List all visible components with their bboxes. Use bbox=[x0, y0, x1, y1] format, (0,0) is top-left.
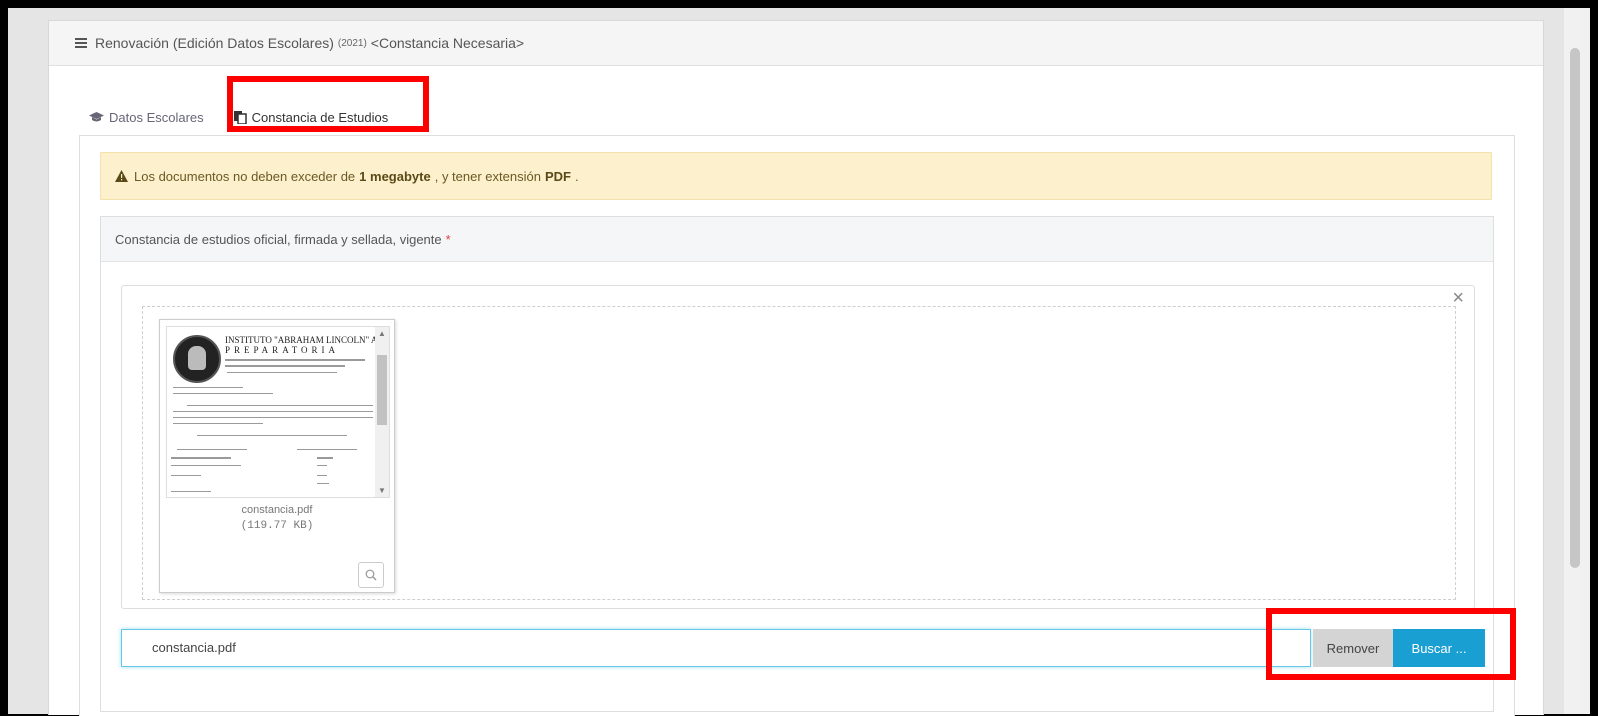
panel-heading-text: Constancia de estudios oficial, firmada … bbox=[115, 231, 442, 247]
doc-line bbox=[171, 465, 241, 466]
doc-line bbox=[317, 475, 327, 476]
close-icon[interactable]: × bbox=[1452, 288, 1464, 308]
page-year: (2021) bbox=[337, 37, 367, 49]
pdf-preview[interactable]: INSTITUTO "ABRAHAM LINCOLN" A.C. PREPARA… bbox=[166, 326, 390, 498]
pdf-page: INSTITUTO "ABRAHAM LINCOLN" A.C. PREPARA… bbox=[167, 327, 388, 497]
tab-label: Constancia de Estudios bbox=[251, 109, 389, 125]
doc-title: INSTITUTO "ABRAHAM LINCOLN" A.C. bbox=[225, 335, 388, 345]
alert-extension: PDF bbox=[544, 168, 571, 184]
preview-file-name: constancia.pdf bbox=[241, 504, 313, 516]
tab-datos-escolares[interactable]: Datos Escolares bbox=[89, 110, 204, 125]
file-name-input[interactable]: constancia.pdf bbox=[121, 629, 1311, 667]
zoom-preview-button[interactable] bbox=[358, 562, 384, 588]
upload-panel: Constancia de estudios oficial, firmada … bbox=[100, 216, 1494, 712]
browse-button[interactable]: Buscar ... bbox=[1393, 629, 1485, 667]
page-note: <Constancia Necesaria> bbox=[370, 35, 525, 51]
pdf-scroll-thumb[interactable] bbox=[377, 355, 387, 425]
warning-alert: Los documentos no deben exceder de 1 meg… bbox=[100, 152, 1492, 200]
graduation-cap-icon bbox=[89, 111, 104, 121]
copy-document-icon bbox=[233, 110, 247, 124]
alert-text-prefix: Los documentos no deben exceder de bbox=[134, 168, 356, 184]
doc-subtitle: PREPARATORIA bbox=[225, 345, 340, 355]
doc-line bbox=[173, 423, 263, 424]
doc-line bbox=[317, 465, 327, 466]
doc-line bbox=[177, 449, 247, 450]
tab-bar: Datos Escolares Constancia de Estudios bbox=[89, 103, 418, 131]
doc-line bbox=[171, 475, 201, 476]
scroll-down-icon[interactable]: ▼ bbox=[378, 486, 386, 495]
tab-label: Datos Escolares bbox=[109, 109, 204, 125]
remove-button[interactable]: Remover bbox=[1313, 629, 1393, 667]
panel-heading: Constancia de estudios oficial, firmada … bbox=[101, 217, 1493, 262]
doc-line bbox=[297, 449, 357, 450]
search-icon bbox=[365, 569, 377, 581]
warning-icon bbox=[115, 170, 128, 182]
doc-line bbox=[173, 393, 273, 394]
alert-text-suffix: . bbox=[574, 168, 579, 184]
file-preview-card: INSTITUTO "ABRAHAM LINCOLN" A.C. PREPARA… bbox=[159, 319, 395, 593]
tab-constancia-estudios[interactable]: Constancia de Estudios bbox=[233, 109, 389, 125]
doc-line bbox=[171, 491, 211, 492]
doc-line bbox=[171, 457, 231, 459]
page-title: Renovación (Edición Datos Escolares) bbox=[95, 35, 334, 51]
page-scrollbar-thumb[interactable] bbox=[1570, 48, 1580, 568]
doc-line bbox=[225, 365, 345, 367]
tab-pane: Los documentos no deben exceder de 1 meg… bbox=[79, 135, 1515, 716]
file-input-group: constancia.pdf Remover Buscar ... bbox=[121, 629, 1485, 667]
menu-icon bbox=[75, 36, 87, 50]
preview-file-size: (119.77 KB) bbox=[240, 520, 314, 532]
app-frame: Renovación (Edición Datos Escolares) (20… bbox=[8, 8, 1590, 716]
institution-seal-icon bbox=[173, 335, 221, 383]
preview-area: INSTITUTO "ABRAHAM LINCOLN" A.C. PREPARA… bbox=[142, 306, 1456, 600]
doc-line bbox=[225, 359, 365, 361]
required-mark: * bbox=[445, 231, 451, 247]
doc-line bbox=[173, 417, 373, 418]
scroll-up-icon[interactable]: ▲ bbox=[378, 329, 386, 338]
doc-line bbox=[227, 372, 337, 373]
card-header: Renovación (Edición Datos Escolares) (20… bbox=[49, 21, 1543, 66]
doc-line bbox=[197, 435, 347, 436]
doc-line bbox=[317, 483, 329, 484]
alert-text-middle: , y tener extensión bbox=[434, 168, 541, 184]
file-drop-zone[interactable]: × INSTITUTO "ABRAHAM LINCOLN" A.C. PREPA… bbox=[121, 285, 1475, 609]
pdf-preview-scrollbar[interactable]: ▲ ▼ bbox=[375, 327, 389, 497]
alert-size: 1 megabyte bbox=[359, 168, 431, 184]
main-card: Renovación (Edición Datos Escolares) (20… bbox=[48, 20, 1544, 716]
doc-line bbox=[317, 457, 333, 459]
doc-line bbox=[173, 411, 373, 412]
doc-line bbox=[173, 387, 243, 388]
doc-line bbox=[187, 405, 373, 406]
